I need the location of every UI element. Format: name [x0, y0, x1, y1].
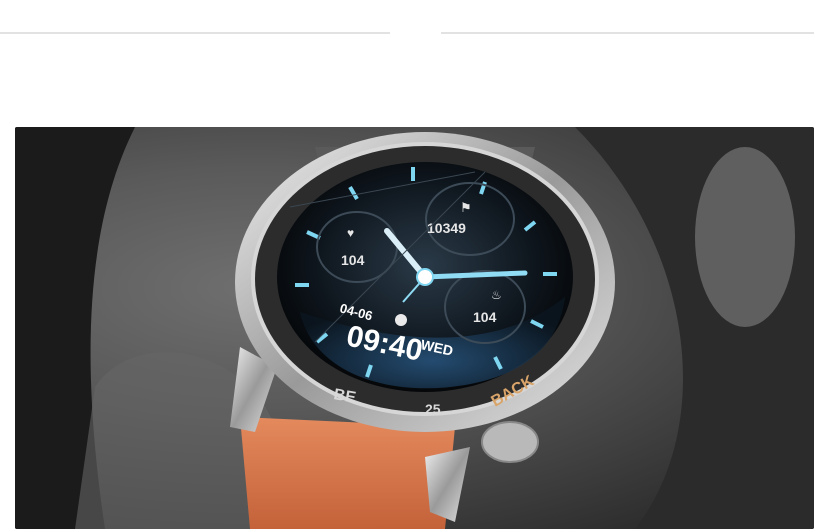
left-divider — [0, 32, 390, 34]
calories-value: 104 — [473, 309, 497, 325]
bezel-label-25: 25 — [425, 401, 441, 417]
running-icon: ⚑ — [460, 200, 472, 215]
orange-strap — [240, 417, 455, 529]
crown-button — [481, 421, 539, 463]
smartwatch-illustration: BE 25 BACK ♥ 104 ⚑ 10349 ♨ 104 04-06 09:… — [15, 127, 814, 529]
blurred-highlight — [695, 147, 795, 327]
right-divider — [441, 32, 814, 34]
small-center-dot — [395, 314, 407, 326]
heart-icon: ♥ — [347, 226, 354, 240]
steps-value: 10349 — [427, 220, 466, 236]
flame-icon: ♨ — [491, 288, 502, 302]
right-lug — [425, 447, 470, 522]
heart-rate-value: 104 — [341, 252, 365, 268]
product-photo: BE 25 BACK ♥ 104 ⚑ 10349 ♨ 104 04-06 09:… — [15, 127, 814, 529]
center-pin — [416, 268, 434, 286]
